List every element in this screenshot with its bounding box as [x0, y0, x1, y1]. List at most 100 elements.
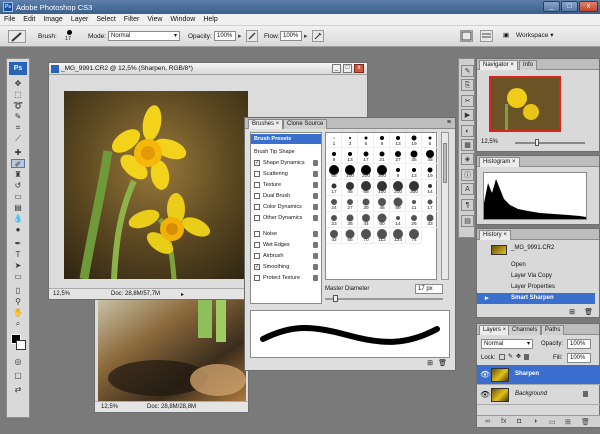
brush-preset[interactable]: 60: [374, 213, 390, 228]
brush-preset[interactable]: 24: [326, 197, 342, 212]
history-snapshot[interactable]: _MG_9991.CR2: [477, 243, 595, 257]
checkbox[interactable]: [254, 204, 260, 210]
opacity-input[interactable]: 100%: [214, 31, 236, 41]
lock-pixels-icon[interactable]: ✎: [508, 353, 513, 360]
brush-preset[interactable]: 33: [422, 213, 438, 228]
new-snapshot-icon[interactable]: ⊞: [569, 308, 575, 316]
pressure-opacity-toggle[interactable]: [246, 30, 258, 42]
quick-select-tool-icon[interactable]: ✎: [11, 112, 25, 121]
brush-preset[interactable]: 13: [342, 149, 358, 164]
brush-preset[interactable]: 65: [326, 165, 342, 180]
eye-icon[interactable]: 👁: [480, 390, 490, 399]
zoom-level[interactable]: 12,5%: [53, 291, 70, 297]
tool-presets-icon[interactable]: ✂: [461, 95, 474, 107]
brush-preset[interactable]: 35: [406, 149, 422, 164]
checkbox[interactable]: [254, 182, 260, 188]
lock-icon[interactable]: [313, 275, 318, 281]
marquee-tool-icon[interactable]: ⬚: [11, 90, 25, 99]
brush-option-item[interactable]: Scattering: [251, 169, 321, 179]
brush-preset[interactable]: 5: [422, 133, 438, 148]
tab-channels[interactable]: Channels: [508, 325, 542, 335]
checkbox[interactable]: ✓: [254, 160, 260, 166]
tab-brushes[interactable]: Brushes ×: [248, 119, 284, 129]
brush-preset[interactable]: 19: [422, 165, 438, 180]
brush-preset[interactable]: 3: [342, 133, 358, 148]
lock-icon[interactable]: [313, 193, 318, 199]
link-icon[interactable]: ∞: [485, 418, 490, 425]
history-brush-tool-icon[interactable]: ↺: [11, 181, 25, 190]
brush-preset-grid[interactable]: 1 3 5 9 13 19 5 9 13 17 21 27 35 45 65 100 200 300 9 13 19 17…: [325, 132, 438, 280]
navigator-preview[interactable]: [489, 76, 561, 132]
brush-picker[interactable]: 17: [62, 29, 78, 44]
trash-icon[interactable]: 🗑: [581, 418, 590, 426]
checkbox[interactable]: ✓: [254, 264, 260, 270]
brush-preset[interactable]: 100: [374, 181, 390, 196]
brush-presets-item[interactable]: Brush Presets: [251, 134, 321, 144]
trash-icon[interactable]: 🗑: [584, 308, 593, 316]
brush-preset[interactable]: 13: [406, 165, 422, 180]
shape-tool-icon[interactable]: ▭: [11, 272, 25, 281]
document-window-back[interactable]: 12,5% Doc: 28,8M/28,8M: [94, 295, 249, 413]
new-brush-icon[interactable]: ⊞: [427, 359, 433, 367]
menu-filter[interactable]: Filter: [120, 14, 144, 23]
paragraph-icon[interactable]: ¶: [461, 199, 474, 211]
mask-icon[interactable]: ◘: [517, 418, 521, 425]
chevron-right-icon[interactable]: ▸: [181, 291, 184, 298]
checkbox[interactable]: [254, 193, 260, 199]
slider-thumb[interactable]: [333, 295, 338, 302]
history-item[interactable]: Layer Properties: [477, 282, 595, 293]
tool-presets-button[interactable]: [480, 30, 493, 42]
lock-icon[interactable]: [313, 160, 318, 166]
checkbox[interactable]: [254, 275, 260, 281]
trash-icon[interactable]: 🗑: [438, 359, 447, 367]
fill-input[interactable]: 100%: [567, 353, 591, 363]
brush-preset[interactable]: 70: [358, 229, 374, 244]
folder-icon[interactable]: ▭: [549, 418, 556, 426]
brush-preset[interactable]: 26: [406, 213, 422, 228]
lasso-tool-icon[interactable]: ➰: [11, 101, 25, 110]
menu-window[interactable]: Window: [166, 14, 199, 23]
eraser-tool-icon[interactable]: ▭: [11, 192, 25, 201]
brush-preset[interactable]: 65: [358, 181, 374, 196]
minimize-icon[interactable]: _: [332, 64, 341, 73]
brush-preset[interactable]: 300: [374, 165, 390, 180]
clone-stamp-tool-icon[interactable]: ♜: [11, 170, 25, 179]
pen-tool-icon[interactable]: ✒: [11, 239, 25, 248]
chevron-right-icon[interactable]: ▸: [238, 32, 242, 40]
brush-preset[interactable]: 19: [406, 133, 422, 148]
lock-icon[interactable]: [313, 264, 318, 270]
brush-preset[interactable]: 300: [406, 181, 422, 196]
brushes-palette-button[interactable]: [460, 30, 473, 42]
tab-info[interactable]: Info: [519, 60, 538, 70]
brush-preset[interactable]: 59: [390, 197, 406, 212]
layer-row-selected[interactable]: 👁 Sharpen: [477, 365, 600, 385]
menu-help[interactable]: Help: [199, 14, 221, 23]
brush-preset[interactable]: 9: [390, 165, 406, 180]
path-select-tool-icon[interactable]: ➤: [11, 261, 25, 270]
brush-preset[interactable]: 55: [342, 229, 358, 244]
lock-icon[interactable]: [313, 253, 318, 259]
chevron-right-icon[interactable]: ▸: [304, 32, 308, 40]
history-item[interactable]: Open: [477, 260, 595, 271]
checkbox[interactable]: [254, 231, 260, 237]
flow-input[interactable]: 100%: [280, 31, 302, 41]
brush-preset[interactable]: 39: [358, 197, 374, 212]
brush-tool-icon[interactable]: ✐: [11, 159, 25, 169]
navigator-zoom-value[interactable]: 12,5%: [481, 139, 498, 145]
brush-option-item[interactable]: Dual Brush: [251, 191, 321, 201]
lock-transparency-icon[interactable]: [499, 354, 505, 360]
move-tool-icon[interactable]: ✥: [11, 79, 25, 88]
type-tool-icon[interactable]: T: [11, 250, 25, 259]
brush-preset[interactable]: 45: [342, 181, 358, 196]
swatches-icon[interactable]: ▦: [461, 139, 474, 151]
checkbox[interactable]: [254, 171, 260, 177]
maximize-icon[interactable]: □: [343, 64, 352, 73]
eye-icon[interactable]: 👁: [480, 370, 490, 379]
eyedropper-tool-icon[interactable]: ⚲: [11, 297, 25, 306]
close-button[interactable]: x: [579, 1, 598, 12]
menu-view[interactable]: View: [143, 14, 166, 23]
new-layer-icon[interactable]: ⊞: [565, 418, 571, 426]
brushes-panel-icon[interactable]: ✎: [461, 65, 474, 77]
brush-preset[interactable]: 27: [390, 149, 406, 164]
history-item[interactable]: Layer Via Copy: [477, 271, 595, 282]
